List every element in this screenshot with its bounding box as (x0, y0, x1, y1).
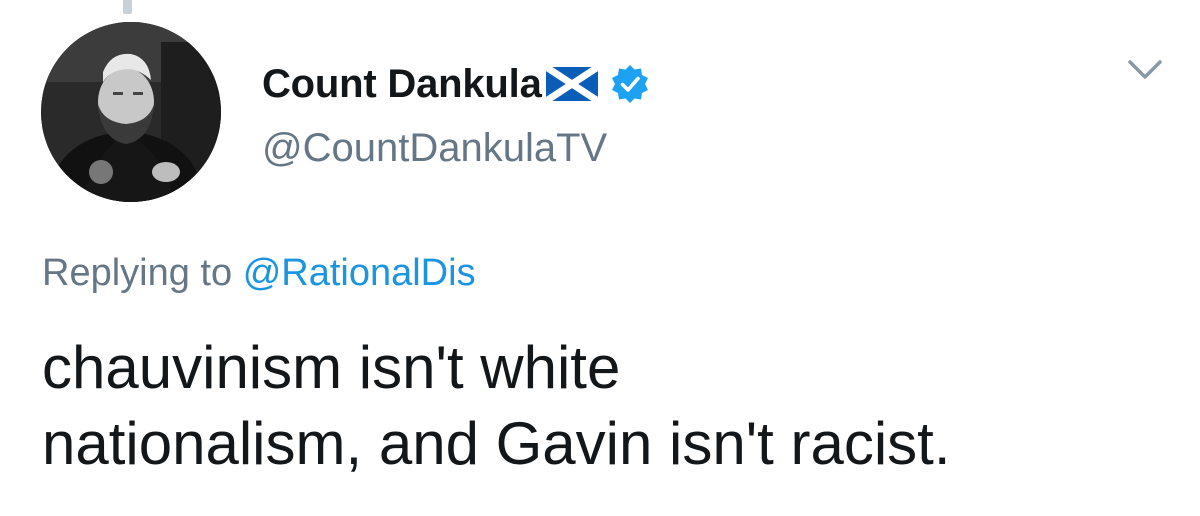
tweet-text: chauvinism isn't white nationalism, and … (42, 334, 951, 477)
avatar-photo (41, 22, 221, 202)
avatar[interactable] (41, 22, 221, 202)
name-row[interactable]: Count Dankula (262, 56, 650, 112)
scotland-flag-icon (543, 64, 600, 104)
user-handle[interactable]: @CountDankulaTV (262, 126, 607, 171)
display-name[interactable]: Count Dankula (262, 62, 542, 107)
reply-mention-link[interactable]: @RationalDis (243, 252, 476, 294)
chevron-down-icon[interactable] (1126, 56, 1164, 84)
thread-connector-line (123, 0, 132, 14)
replying-to-line: Replying to @RationalDis (42, 252, 476, 295)
reply-prefix: Replying to (42, 252, 233, 294)
verified-badge-icon (610, 64, 650, 104)
